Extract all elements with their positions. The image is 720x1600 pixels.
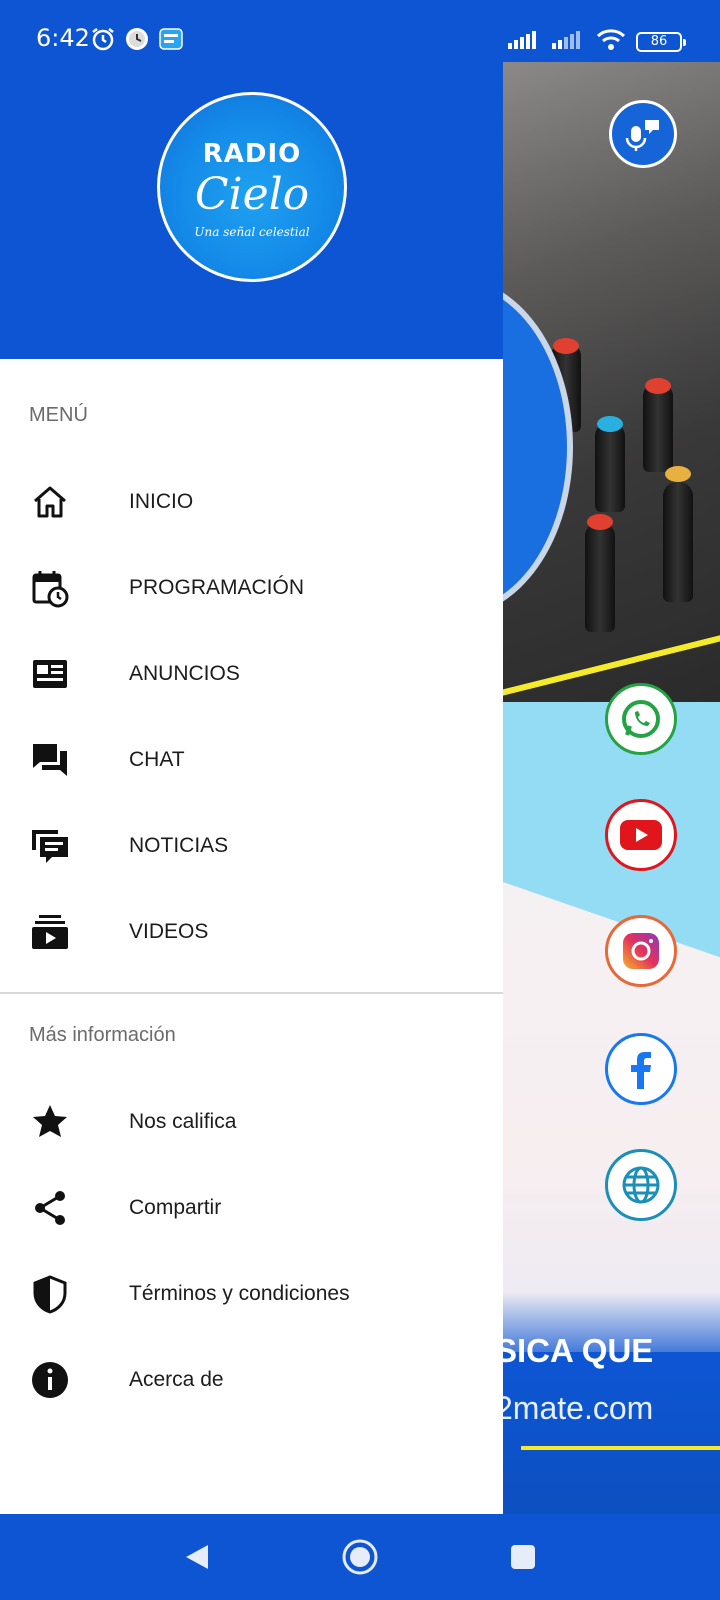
app-notification-icon bbox=[158, 26, 184, 57]
alarm-icon bbox=[90, 26, 116, 57]
status-time: 6:42 bbox=[36, 24, 90, 52]
menu-item-label: Acerca de bbox=[129, 1368, 224, 1391]
menu-item-label: CHAT bbox=[129, 748, 185, 771]
logo-tagline: Una señal celestial bbox=[194, 225, 310, 239]
back-button[interactable] bbox=[176, 1536, 218, 1578]
menu-item-compartir[interactable]: Compartir bbox=[0, 1165, 503, 1251]
clock-app-icon bbox=[124, 26, 150, 57]
menu-divider bbox=[0, 992, 503, 994]
banner-website: 2mate.com bbox=[503, 1390, 654, 1426]
share-icon bbox=[30, 1188, 70, 1228]
status-bar: 6:42 86 bbox=[0, 0, 720, 62]
menu-section-title: MENÚ bbox=[29, 404, 88, 426]
signal-icon bbox=[508, 29, 542, 54]
logo-radio-text: RADIO bbox=[202, 139, 302, 169]
home-button[interactable] bbox=[339, 1536, 381, 1578]
wifi-icon bbox=[596, 28, 626, 55]
banner-text: SICA QUE bbox=[503, 1332, 654, 1369]
menu-item-nos-califica[interactable]: Nos califica bbox=[0, 1079, 503, 1165]
menu-item-label: Términos y condiciones bbox=[129, 1282, 350, 1305]
battery-indicator: 86 bbox=[636, 31, 686, 52]
chat-icon bbox=[30, 740, 70, 780]
shield-icon bbox=[30, 1274, 70, 1314]
logo-cielo-text: Cielo bbox=[194, 169, 310, 220]
menu-item-label: PROGRAMACIÓN bbox=[129, 576, 305, 599]
menu-item-programacion[interactable]: PROGRAMACIÓN bbox=[0, 545, 503, 631]
calendar-clock-icon bbox=[30, 568, 70, 608]
menu-item-chat[interactable]: CHAT bbox=[0, 717, 503, 803]
menu-item-label: Compartir bbox=[129, 1196, 222, 1219]
facebook-button[interactable] bbox=[605, 1033, 677, 1105]
signal-2-icon bbox=[552, 29, 586, 54]
info-icon bbox=[30, 1360, 70, 1400]
website-button[interactable] bbox=[605, 1149, 677, 1221]
menu-item-label: INICIO bbox=[129, 490, 194, 513]
menu-item-label: Nos califica bbox=[129, 1110, 237, 1133]
navigation-drawer: RADIO Cielo Una señal celestial MENÚ INI… bbox=[0, 62, 503, 1514]
video-library-icon bbox=[30, 912, 70, 952]
home-icon bbox=[30, 482, 70, 522]
recents-button[interactable] bbox=[502, 1536, 544, 1578]
newspaper-icon bbox=[30, 654, 70, 694]
instagram-button[interactable] bbox=[605, 915, 677, 987]
system-navigation-bar bbox=[0, 1514, 720, 1600]
menu-item-label: ANUNCIOS bbox=[129, 662, 240, 685]
menu-item-terminos[interactable]: Términos y condiciones bbox=[0, 1251, 503, 1337]
status-system-icons: 86 bbox=[508, 28, 686, 55]
whatsapp-button[interactable] bbox=[605, 683, 677, 755]
menu-item-label: NOTICIAS bbox=[129, 834, 229, 857]
menu-item-anuncios[interactable]: ANUNCIOS bbox=[0, 631, 503, 717]
menu-item-inicio[interactable]: INICIO bbox=[0, 459, 503, 545]
menu-item-acerca-de[interactable]: Acerca de bbox=[0, 1337, 503, 1423]
voice-message-button[interactable] bbox=[609, 100, 677, 168]
menu-item-noticias[interactable]: NOTICIAS bbox=[0, 803, 503, 889]
more-info-section-title: Más información bbox=[29, 1024, 176, 1046]
youtube-button[interactable] bbox=[605, 799, 677, 871]
menu-item-label: VIDEOS bbox=[129, 920, 209, 943]
status-notification-icons bbox=[90, 26, 184, 57]
drawer-header: RADIO Cielo Una señal celestial bbox=[0, 62, 503, 359]
news-feed-icon bbox=[30, 826, 70, 866]
background-app-content: SICA QUE 2mate.com bbox=[503, 62, 720, 1514]
radio-cielo-logo: RADIO Cielo Una señal celestial bbox=[157, 92, 347, 282]
star-icon bbox=[30, 1102, 70, 1142]
menu-item-videos[interactable]: VIDEOS bbox=[0, 889, 503, 975]
